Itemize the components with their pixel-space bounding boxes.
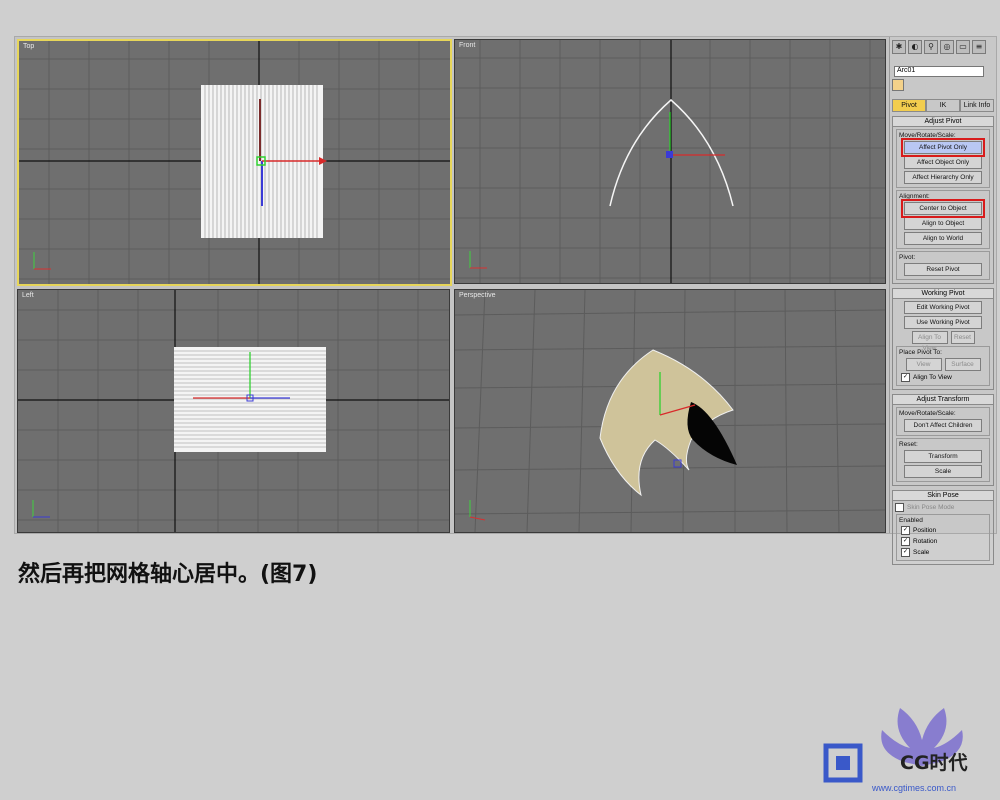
group-label: Move/Rotate/Scale: [899,410,956,417]
checkbox-checked-icon: ✓ [901,526,910,535]
rollout-title[interactable]: Skin Pose [893,491,993,501]
view-button[interactable]: View [905,358,942,371]
checkbox-label: Skin Pose Mode [907,504,955,511]
group-label: Reset: [899,441,918,448]
rollout-adjust-pivot: Adjust Pivot Move/Rotate/Scale: Affect P… [892,116,994,284]
panel-toolbar: ✱ ◐ ⚲ ◎ ▭ ≡ [890,37,996,57]
grid [455,290,885,532]
group-label: Move/Rotate/Scale: [899,132,956,139]
align-to-object-button[interactable]: Align to Object [904,217,982,230]
rotation-checkbox[interactable]: ✓ Rotation [901,537,985,546]
rollout-skin-pose: Skin Pose Skin Pose Mode Enabled ✓ Positi… [892,490,994,565]
group-label: Alignment: [899,193,930,200]
utilities-tab-icon[interactable]: ≡ [972,40,986,54]
axis-tripod-icon [469,500,486,521]
group-label: Pivot: [899,254,916,261]
logo-url: www.cgtimes.com.cn [872,783,957,793]
viewport-label[interactable]: Perspective [459,292,496,299]
object-color-swatch[interactable] [892,79,904,91]
max-window: Top Front Left Perspective ✱ ◐ ⚲ ◎ ▭ ≡ A… [14,36,997,565]
viewport-left[interactable]: Left [17,289,450,533]
tab-pivot[interactable]: Pivot [892,99,926,112]
create-tab-icon[interactable]: ✱ [892,40,906,54]
viewport-top[interactable]: Top [17,39,452,286]
align-to-view-button[interactable]: Align To View [911,331,948,352]
checkbox-label: Rotation [913,538,938,545]
group-reset: Reset: Transform Scale [896,438,990,482]
rollout-title[interactable]: Working Pivot [893,289,993,299]
viewport-perspective[interactable]: Perspective [454,289,886,533]
object-name-field[interactable]: Arc01 [894,66,984,77]
pivot-gizmo[interactable] [666,112,725,158]
group-move-rotate-scale: Move/Rotate/Scale: Don't Affect Children [896,407,990,436]
position-checkbox[interactable]: ✓ Position [901,526,985,535]
rollout-title[interactable]: Adjust Transform [893,395,993,405]
axis-tripod-icon [32,500,50,518]
motion-tab-icon[interactable]: ◎ [940,40,954,54]
center-to-object-button[interactable]: Center to Object [901,199,985,218]
logo-text: CG时代 [900,752,968,774]
grid [19,41,450,284]
group-alignment: Alignment: Center to Object Align to Obj… [896,190,990,249]
surface-button[interactable]: Surface [944,358,981,371]
checkbox-label: Position [913,527,937,534]
display-tab-icon[interactable]: ▭ [956,40,970,54]
use-working-pivot-button[interactable]: Use Working Pivot [904,316,982,329]
axis-tripod-icon [33,252,51,270]
viewport-label[interactable]: Front [459,42,475,49]
reset-working-pivot-button[interactable]: Reset [950,331,975,344]
rollout-adjust-transform: Adjust Transform Move/Rotate/Scale: Don'… [892,394,994,486]
viewport-label[interactable]: Top [23,43,34,50]
viewport-front[interactable]: Front [454,39,886,284]
hierarchy-tabs: Pivot IK Link Info [892,99,994,112]
align-to-view-checkbox[interactable]: ✓ Align To View [901,373,985,382]
tab-link-info[interactable]: Link Info [960,99,994,112]
group-place-pivot: Place Pivot To: View Surface ✓ Align To V… [896,346,990,386]
axis-tripod-icon [469,251,487,269]
checkbox-checked-icon: ✓ [901,373,910,382]
group-move-rotate-scale: Move/Rotate/Scale: Affect Pivot Only Aff… [896,129,990,188]
rollout-working-pivot: Working Pivot Edit Working Pivot Use Wor… [892,288,994,390]
checkbox-checked-icon: ✓ [901,537,910,546]
checkbox-unchecked-icon [895,503,904,512]
affect-hierarchy-only-button[interactable]: Affect Hierarchy Only [904,171,982,184]
rollout-title[interactable]: Adjust Pivot [893,117,993,127]
grid [455,40,885,283]
edit-working-pivot-button[interactable]: Edit Working Pivot [904,301,982,314]
checkbox-label: Scale [913,549,930,556]
scale-checkbox[interactable]: ✓ Scale [901,548,985,557]
checkbox-label: Align To View [913,374,952,381]
tab-ik[interactable]: IK [926,99,960,112]
group-label: Place Pivot To: [899,349,942,356]
tutorial-caption: 然后再把网格轴心居中。(图7) [18,562,318,587]
arc-mesh-perspective[interactable] [599,349,737,497]
hierarchy-tab-icon[interactable]: ⚲ [924,40,938,54]
viewport-label[interactable]: Left [22,292,34,299]
align-to-world-button[interactable]: Align to World [904,232,982,245]
grid [18,290,449,532]
affect-object-only-button[interactable]: Affect Object Only [904,156,982,169]
affect-pivot-only-button[interactable]: Affect Pivot Only [901,138,985,157]
command-panel: ✱ ◐ ⚲ ◎ ▭ ≡ Arc01 Pivot IK Link Info Adj… [889,37,996,565]
skin-pose-mode-checkbox[interactable]: Skin Pose Mode [895,503,991,512]
group-pivot: Pivot: Reset Pivot [896,251,990,280]
dont-affect-children-button[interactable]: Don't Affect Children [904,419,982,432]
checkbox-checked-icon: ✓ [901,548,910,557]
reset-transform-button[interactable]: Transform [904,450,982,463]
reset-pivot-button[interactable]: Reset Pivot [904,263,982,276]
reset-scale-button[interactable]: Scale [904,465,982,478]
group-label: Enabled [899,517,923,524]
group-enabled: Enabled ✓ Position ✓ Rotation ✓ Scale [896,514,990,561]
modify-tab-icon[interactable]: ◐ [908,40,922,54]
